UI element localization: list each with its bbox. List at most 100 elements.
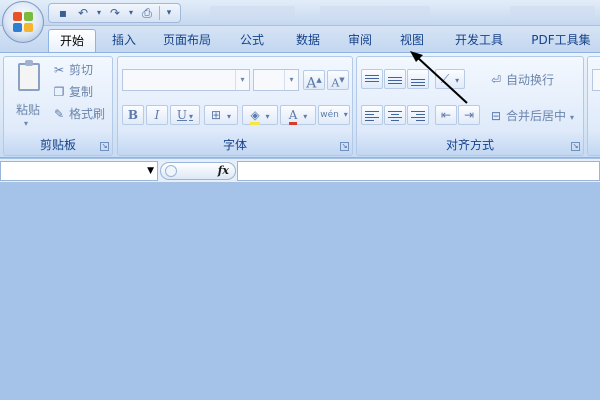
increase-indent-button[interactable]: ⇥ (458, 105, 480, 125)
chevron-down-icon[interactable]: ▼ (147, 162, 154, 180)
number-group-partial (587, 56, 600, 156)
quick-access-toolbar: ▪ ↶ ▾ ↷ ▾ ⎙ ▾ (48, 3, 181, 23)
dialog-launcher-icon[interactable]: ↘ (571, 142, 580, 151)
tab-review[interactable]: 审阅 (338, 29, 382, 52)
shrink-font-button[interactable]: A▼ (327, 70, 349, 90)
office-button[interactable] (2, 1, 44, 43)
scissors-icon: ✂ (53, 63, 65, 77)
paste-button[interactable]: 粘贴 ▾ (10, 60, 46, 131)
font-name-combo[interactable]: ▾ (122, 69, 250, 91)
chevron-down-icon: ▾ (24, 119, 29, 128)
align-middle-button[interactable] (384, 69, 406, 89)
font-color-icon: A (288, 108, 298, 125)
grow-font-label: A (306, 75, 317, 92)
alignment-group: ⟋ ⏎ 自动换行 ⇤ ⇥ ⊟ 合并后居中▾ 对齐方式 ↘ (356, 56, 584, 156)
align-top-button[interactable] (361, 69, 383, 89)
cut-button[interactable]: ✂ 剪切 (52, 61, 93, 79)
chevron-down-icon[interactable]: ▾ (127, 5, 135, 21)
ribbon: 粘贴 ▾ ✂ 剪切 ❐ 复制 ✎ 格式刷 剪贴板 ↘ ▾ ▾ A▲ A▼ B I (0, 52, 600, 158)
faded-window-tab (210, 6, 295, 20)
chevron-down-icon[interactable]: ▾ (284, 70, 298, 90)
clipboard-icon (18, 60, 40, 91)
alignment-group-label: 对齐方式 (445, 138, 494, 152)
align-middle-icon (388, 74, 402, 86)
fill-color-button[interactable]: ◈ (242, 105, 278, 125)
insert-function-button[interactable]: fx (218, 163, 229, 179)
print-preview-icon[interactable]: ⎙ (139, 5, 155, 21)
paint-bucket-icon: ◈ (250, 108, 260, 125)
align-center-icon (388, 110, 402, 122)
font-group-label: 字体 (222, 138, 247, 152)
chevron-down-icon[interactable]: ▾ (235, 70, 249, 90)
wrap-text-button[interactable]: ⏎ 自动换行 (489, 71, 554, 89)
formula-input[interactable] (237, 161, 600, 181)
align-right-button[interactable] (407, 105, 429, 125)
merge-center-label: 合并后居中 (506, 109, 567, 123)
clipboard-group: 粘贴 ▾ ✂ 剪切 ❐ 复制 ✎ 格式刷 剪贴板 ↘ (3, 56, 113, 156)
dialog-launcher-icon[interactable]: ↘ (340, 142, 349, 151)
align-bottom-button[interactable] (407, 69, 429, 89)
copy-icon: ❐ (53, 85, 65, 99)
borders-icon: ⊞ (211, 108, 222, 122)
redo-icon[interactable]: ↷ (107, 5, 123, 21)
dialog-launcher-icon[interactable]: ↘ (100, 142, 109, 151)
tab-page-layout[interactable]: 页面布局 (152, 29, 222, 52)
borders-button[interactable]: ⊞ (204, 105, 238, 125)
tab-insert[interactable]: 插入 (102, 29, 146, 52)
format-painter-label: 格式刷 (69, 107, 106, 121)
merge-cells-icon: ⊟ (490, 109, 502, 123)
faded-window-tab (320, 6, 430, 20)
customize-qat-icon[interactable]: ▾ (164, 5, 174, 21)
phonetic-guide-button[interactable]: wén (318, 105, 350, 125)
decrease-indent-icon: ⇤ (440, 108, 452, 122)
save-icon[interactable]: ▪ (55, 5, 71, 21)
cut-label: 剪切 (69, 63, 94, 77)
decrease-indent-button[interactable]: ⇤ (435, 105, 457, 125)
orientation-button[interactable]: ⟋ (435, 69, 465, 89)
faded-window-tab (510, 6, 595, 20)
italic-button[interactable]: I (146, 105, 168, 125)
brush-icon: ✎ (53, 107, 65, 121)
tab-formulas[interactable]: 公式 (230, 29, 274, 52)
phonetic-guide-icon: wén (320, 110, 339, 120)
insert-function-control: fx (160, 162, 236, 180)
chevron-down-icon[interactable]: ▾ (95, 5, 103, 21)
format-painter-button[interactable]: ✎ 格式刷 (52, 105, 105, 123)
tab-pdf-tools[interactable]: PDF工具集 (522, 29, 600, 52)
align-left-icon (365, 110, 379, 122)
formula-bar: ▼ fx (0, 159, 600, 183)
workbook-area (0, 184, 600, 400)
formula-bar-handle-icon[interactable] (165, 165, 177, 177)
paste-label: 粘贴 (15, 103, 40, 117)
qat-divider (159, 6, 160, 20)
undo-icon[interactable]: ↶ (75, 5, 91, 21)
orientation-icon: ⟋ (440, 72, 450, 86)
tab-data[interactable]: 数据 (286, 29, 330, 52)
tab-home[interactable]: 开始 (48, 29, 96, 52)
underline-button[interactable]: U (170, 105, 200, 125)
align-bottom-icon (411, 74, 425, 86)
tab-developer[interactable]: 开发工具 (444, 29, 514, 52)
merge-center-button[interactable]: ⊟ 合并后居中 ▾ (489, 107, 574, 125)
align-right-icon (411, 110, 425, 122)
copy-button[interactable]: ❐ 复制 (52, 83, 93, 101)
office-logo-icon (13, 12, 33, 32)
align-left-button[interactable] (361, 105, 383, 125)
wrap-text-label: 自动换行 (506, 73, 555, 87)
title-bar: ▪ ↶ ▾ ↷ ▾ ⎙ ▾ (0, 0, 600, 26)
font-size-combo[interactable]: ▾ (253, 69, 299, 91)
tab-view[interactable]: 视图 (390, 29, 434, 52)
bold-button[interactable]: B (122, 105, 144, 125)
name-box[interactable]: ▼ (0, 161, 158, 181)
ribbon-tabs: 开始 插入 页面布局 公式 数据 审阅 视图 开发工具 PDF工具集 (0, 26, 600, 52)
align-center-button[interactable] (384, 105, 406, 125)
number-format-combo[interactable] (592, 69, 600, 91)
font-color-button[interactable]: A (280, 105, 316, 125)
align-top-icon (365, 74, 379, 86)
grow-font-button[interactable]: A▲ (303, 70, 325, 92)
wrap-text-icon: ⏎ (490, 73, 502, 87)
copy-label: 复制 (69, 85, 94, 99)
increase-indent-icon: ⇥ (463, 108, 475, 122)
chevron-down-icon[interactable]: ▾ (570, 113, 574, 122)
font-group: ▾ ▾ A▲ A▼ B I U ⊞ ◈ A wén 字体 ↘ (117, 56, 353, 156)
